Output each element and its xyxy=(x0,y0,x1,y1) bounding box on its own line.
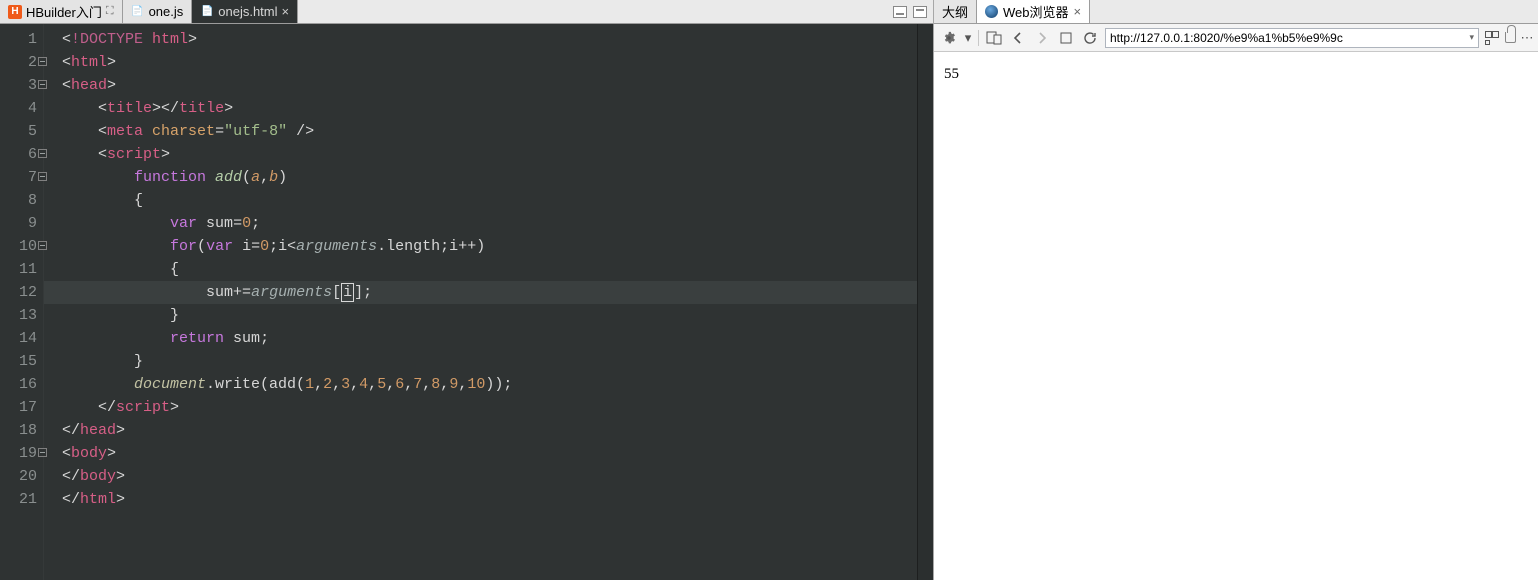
code-line[interactable]: function add(a,b) xyxy=(62,166,917,189)
line-number: 19 xyxy=(0,442,37,465)
line-number: 11 xyxy=(0,258,37,281)
line-number: 13 xyxy=(0,304,37,327)
code-line[interactable]: document.write(add(1,2,3,4,5,6,7,8,9,10)… xyxy=(62,373,917,396)
line-number: 17 xyxy=(0,396,37,419)
html-file-icon: 📄 xyxy=(200,5,214,19)
line-number: 20 xyxy=(0,465,37,488)
toolbar-separator xyxy=(978,30,979,46)
code-line[interactable]: for(var i=0;i<arguments.length;i++) xyxy=(62,235,917,258)
url-input[interactable] xyxy=(1110,31,1465,45)
editor-tab-label: HBuilder入门 xyxy=(26,2,102,21)
code-line[interactable]: { xyxy=(62,258,917,281)
editor-tab-hbuilder[interactable]: H HBuilder入门 ⛶ xyxy=(0,0,123,23)
browser-viewport: 55 xyxy=(934,52,1538,580)
close-icon[interactable]: × xyxy=(282,4,290,19)
line-number: 4 xyxy=(0,97,37,120)
more-icon[interactable]: ⋯ xyxy=(1522,29,1532,47)
line-number: 1 xyxy=(0,28,37,51)
line-number: 2 xyxy=(0,51,37,74)
editor-tab-onejs[interactable]: 📄 one.js xyxy=(123,0,193,23)
editor-tab-label: onejs.html xyxy=(218,4,277,19)
code-line[interactable]: { xyxy=(62,189,917,212)
right-tabbar: 大纲 Web浏览器 × xyxy=(934,0,1538,24)
editor-tabbar: H HBuilder入门 ⛶ 📄 one.js 📄 onejs.html × xyxy=(0,0,933,24)
code-line[interactable]: </html> xyxy=(62,488,917,511)
code-line[interactable]: return sum; xyxy=(62,327,917,350)
app-root: H HBuilder入门 ⛶ 📄 one.js 📄 onejs.html × 1… xyxy=(0,0,1538,580)
code-line[interactable]: } xyxy=(62,350,917,373)
code-line[interactable]: <meta charset="utf-8" /> xyxy=(62,120,917,143)
editor-tab-onejs-html[interactable]: 📄 onejs.html × xyxy=(192,0,298,23)
stop-button[interactable] xyxy=(1057,29,1075,47)
globe-icon xyxy=(985,5,998,18)
lock-icon[interactable] xyxy=(1505,32,1516,43)
line-number: 8 xyxy=(0,189,37,212)
code-line[interactable]: <title></title> xyxy=(62,97,917,120)
toolbar-right: ⋯ xyxy=(1485,29,1532,47)
line-number: 3 xyxy=(0,74,37,97)
tab-outline[interactable]: 大纲 xyxy=(934,0,977,23)
hbuilder-icon: H xyxy=(8,5,22,19)
line-number: 15 xyxy=(0,350,37,373)
device-preview-icon[interactable] xyxy=(985,29,1003,47)
code-line[interactable]: </script> xyxy=(62,396,917,419)
code-line[interactable]: <!DOCTYPE html> xyxy=(62,28,917,51)
tab-label: 大纲 xyxy=(942,2,968,21)
code-line[interactable]: </head> xyxy=(62,419,917,442)
line-number-gutter: 123456789101112131415161718192021 xyxy=(0,24,44,580)
line-number: 12 xyxy=(0,281,37,304)
right-pane: 大纲 Web浏览器 × ▾ xyxy=(934,0,1538,580)
tabbar-spacer xyxy=(1090,0,1538,23)
minimize-icon[interactable] xyxy=(893,6,907,18)
tab-label: Web浏览器 xyxy=(1003,2,1069,21)
code-line[interactable]: <body> xyxy=(62,442,917,465)
code-area[interactable]: <!DOCTYPE html><html><head> <title></tit… xyxy=(44,24,917,580)
editor-window-controls xyxy=(893,0,933,23)
line-number: 16 xyxy=(0,373,37,396)
tab-web-browser[interactable]: Web浏览器 × xyxy=(977,0,1090,23)
dropdown-caret-icon[interactable]: ▾ xyxy=(964,29,972,47)
line-number: 18 xyxy=(0,419,37,442)
code-line[interactable]: var sum=0; xyxy=(62,212,917,235)
tabbar-spacer xyxy=(298,0,893,23)
code-line[interactable]: <html> xyxy=(62,51,917,74)
line-number: 9 xyxy=(0,212,37,235)
editor-pane: H HBuilder入门 ⛶ 📄 one.js 📄 onejs.html × 1… xyxy=(0,0,934,580)
code-line[interactable]: } xyxy=(62,304,917,327)
browser-toolbar: ▾ ▾ ⋯ xyxy=(934,24,1538,52)
page-output: 55 xyxy=(944,66,959,82)
editor-body[interactable]: 123456789101112131415161718192021 <!DOCT… xyxy=(0,24,933,580)
code-line[interactable]: </body> xyxy=(62,465,917,488)
close-icon[interactable]: × xyxy=(1074,4,1082,19)
editor-tab-label: one.js xyxy=(149,4,184,19)
code-line[interactable]: sum+=arguments[i]; xyxy=(44,281,917,304)
pin-icon: ⛶ xyxy=(106,5,114,18)
line-number: 6 xyxy=(0,143,37,166)
qr-code-icon[interactable] xyxy=(1485,31,1499,45)
back-button[interactable] xyxy=(1009,29,1027,47)
line-number: 14 xyxy=(0,327,37,350)
maximize-icon[interactable] xyxy=(913,6,927,18)
line-number: 5 xyxy=(0,120,37,143)
line-number: 21 xyxy=(0,488,37,511)
code-line[interactable]: <script> xyxy=(62,143,917,166)
settings-gear-icon[interactable] xyxy=(940,29,958,47)
refresh-button[interactable] xyxy=(1081,29,1099,47)
line-number: 10 xyxy=(0,235,37,258)
line-number: 7 xyxy=(0,166,37,189)
forward-button[interactable] xyxy=(1033,29,1051,47)
code-line[interactable]: <head> xyxy=(62,74,917,97)
url-dropdown-icon[interactable]: ▾ xyxy=(1465,32,1474,43)
vertical-scrollbar[interactable] xyxy=(917,24,933,580)
js-file-icon: 📄 xyxy=(131,5,145,19)
url-bar[interactable]: ▾ xyxy=(1105,28,1479,48)
